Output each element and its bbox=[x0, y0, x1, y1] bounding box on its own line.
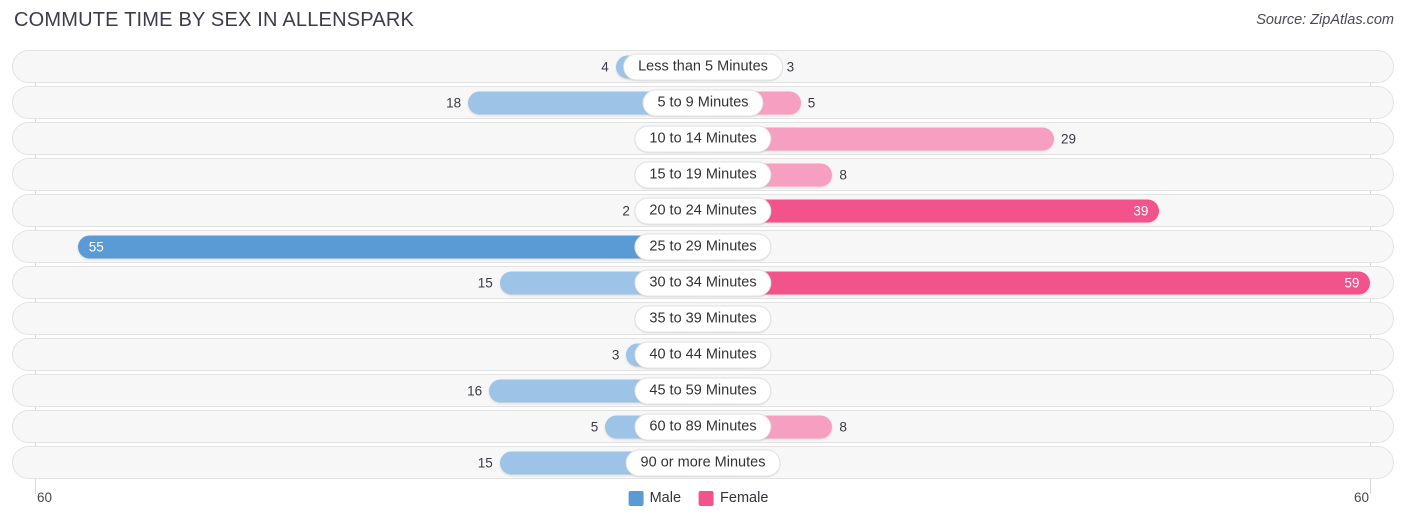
male-value-label: 5 bbox=[590, 419, 599, 434]
bar-row: 55025 to 29 Minutes bbox=[12, 230, 1394, 263]
bar-row-inner: 55025 to 29 Minutes bbox=[13, 231, 1393, 262]
legend-label: Male bbox=[649, 490, 682, 506]
category-label: 5 to 9 Minutes bbox=[642, 89, 764, 116]
bar-row-inner: 18 5 5 to 9 Minutes bbox=[13, 87, 1393, 118]
legend-item[interactable]: Female bbox=[699, 490, 768, 506]
legend-label: Female bbox=[720, 490, 769, 506]
bar-row-inner: 39 2 20 to 24 Minutes bbox=[13, 195, 1393, 226]
male-value-label: 15 bbox=[477, 455, 493, 470]
female-value-label: 3 bbox=[786, 59, 795, 74]
bar-row-inner: 0035 to 39 Minutes bbox=[13, 303, 1393, 334]
female-value-label: 5 bbox=[807, 95, 816, 110]
bar-row-inner: 02910 to 14 Minutes bbox=[13, 123, 1393, 154]
male-value-label: 15 bbox=[477, 275, 493, 290]
page-title: COMMUTE TIME BY SEX IN ALLENSPARK bbox=[14, 9, 415, 31]
male-bar[interactable]: 55 bbox=[77, 235, 703, 258]
bar-row-inner: 59 15 30 to 34 Minutes bbox=[13, 267, 1393, 298]
chart-header: COMMUTE TIME BY SEX IN ALLENSPARK Source… bbox=[0, 0, 1406, 46]
bar-row: 15090 or more Minutes bbox=[12, 446, 1394, 479]
legend-swatch-icon bbox=[699, 490, 715, 506]
category-label: 90 or more Minutes bbox=[625, 449, 781, 476]
bar-row: 16045 to 59 Minutes bbox=[12, 374, 1394, 407]
female-value-label: 29 bbox=[1060, 131, 1076, 146]
male-value-label: 2 bbox=[622, 203, 630, 218]
category-label: Less than 5 Minutes bbox=[623, 53, 783, 80]
bar-row: 18 5 5 to 9 Minutes bbox=[12, 86, 1394, 119]
category-label: 60 to 89 Minutes bbox=[634, 413, 772, 440]
female-value-label: 59 bbox=[1344, 275, 1360, 290]
plot-area: 43Less than 5 Minutes1855 to 9 Minutes02… bbox=[0, 50, 1406, 494]
commute-time-bar-chart: COMMUTE TIME BY SEX IN ALLENSPARK Source… bbox=[0, 0, 1406, 522]
bar-row: 02910 to 14 Minutes bbox=[12, 122, 1394, 155]
bar-row-list: 43Less than 5 Minutes1855 to 9 Minutes02… bbox=[0, 50, 1406, 482]
female-bar[interactable]: 59 bbox=[703, 271, 1371, 294]
chart-legend: Male Female bbox=[628, 490, 778, 506]
bar-row: 0035 to 39 Minutes bbox=[12, 302, 1394, 335]
male-value-label: 4 bbox=[601, 59, 609, 74]
axis-label-left: 60 bbox=[37, 490, 53, 505]
bar-row: 39 2 20 to 24 Minutes bbox=[12, 194, 1394, 227]
legend-item[interactable]: Male bbox=[628, 490, 682, 506]
female-value-label: 8 bbox=[839, 167, 847, 182]
category-label: 25 to 29 Minutes bbox=[634, 233, 772, 260]
bar-row-inner: 0815 to 19 Minutes bbox=[13, 159, 1393, 190]
female-bar[interactable]: 39 bbox=[703, 199, 1160, 222]
male-value-label: 55 bbox=[88, 239, 104, 254]
legend-swatch-icon bbox=[628, 490, 644, 506]
category-label: 10 to 14 Minutes bbox=[634, 125, 772, 152]
category-label: 20 to 24 Minutes bbox=[634, 197, 772, 224]
female-value-label: 8 bbox=[839, 419, 847, 434]
bar-row: 4 3 Less than 5 Minutes bbox=[12, 50, 1394, 83]
male-value-label: 3 bbox=[611, 347, 620, 362]
female-value-label: 39 bbox=[1133, 203, 1149, 218]
category-label: 45 to 59 Minutes bbox=[634, 377, 772, 404]
category-label: 35 to 39 Minutes bbox=[634, 305, 772, 332]
male-value-label: 16 bbox=[467, 383, 483, 398]
bar-row: 59 15 30 to 34 Minutes bbox=[12, 266, 1394, 299]
bar-row-inner: 15090 or more Minutes bbox=[13, 447, 1393, 478]
bar-row: 3040 to 44 Minutes bbox=[12, 338, 1394, 371]
bar-row-inner: 4 3 Less than 5 Minutes bbox=[13, 51, 1393, 82]
source-attribution: Source: ZipAtlas.com bbox=[1256, 12, 1394, 28]
category-label: 40 to 44 Minutes bbox=[634, 341, 772, 368]
bar-row-inner: 16045 to 59 Minutes bbox=[13, 375, 1393, 406]
category-label: 15 to 19 Minutes bbox=[634, 161, 772, 188]
chart-footer: 60 60 Male Female bbox=[0, 486, 1406, 522]
bar-row: 0815 to 19 Minutes bbox=[12, 158, 1394, 191]
category-label: 30 to 34 Minutes bbox=[634, 269, 772, 296]
axis-label-right: 60 bbox=[1353, 490, 1369, 505]
male-value-label: 18 bbox=[446, 95, 462, 110]
bar-row-inner: 5 8 60 to 89 Minutes bbox=[13, 411, 1393, 442]
bar-row-inner: 3040 to 44 Minutes bbox=[13, 339, 1393, 370]
bar-row: 5 8 60 to 89 Minutes bbox=[12, 410, 1394, 443]
